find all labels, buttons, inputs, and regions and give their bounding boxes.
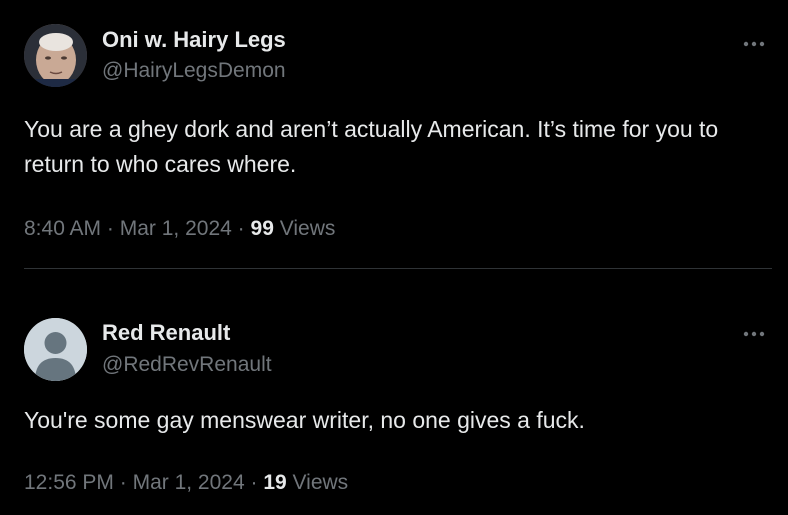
more-horizontal-icon[interactable]	[742, 326, 766, 337]
display-name[interactable]: Red Renault	[102, 320, 230, 346]
tweet-date[interactable]: Mar 1, 2024	[133, 471, 245, 494]
views-count: 19	[263, 471, 287, 494]
user-handle[interactable]: @RedRevRenault	[102, 352, 272, 378]
tweet-time[interactable]: 12:56 PM	[24, 471, 114, 494]
default-avatar-icon	[24, 318, 87, 381]
avatar[interactable]	[24, 318, 87, 381]
views-label: Views	[292, 471, 349, 494]
tweet[interactable]: Red Renault @RedRevRenault You're some g…	[0, 0, 788, 515]
tweet-meta: 12:56 PM · Mar 1, 2024 · 19 Views	[24, 470, 348, 496]
tweet-text: You're some gay menswear writer, no one …	[24, 407, 585, 433]
meta-separator: ·	[250, 471, 258, 494]
meta-separator: ·	[119, 471, 127, 494]
